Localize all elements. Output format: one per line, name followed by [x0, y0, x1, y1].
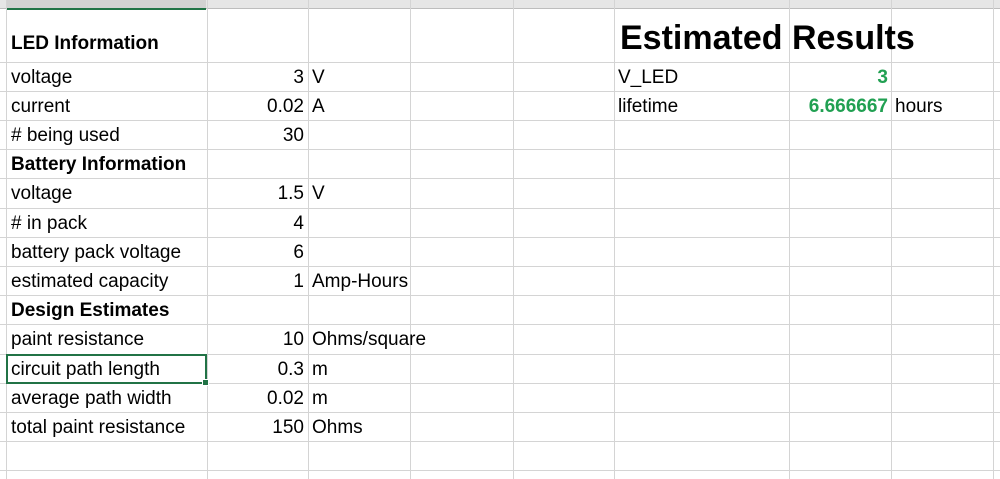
- gridline: [0, 208, 1000, 209]
- battery-pack-voltage-value[interactable]: 6: [207, 238, 305, 267]
- gridline: [410, 0, 411, 479]
- battery-voltage-unit[interactable]: V: [312, 179, 325, 208]
- gridline: [0, 470, 1000, 471]
- battery-capacity-value[interactable]: 1: [207, 267, 305, 296]
- led-voltage-label[interactable]: voltage: [11, 63, 72, 92]
- result-v-led-label[interactable]: V_LED: [618, 63, 678, 92]
- result-lifetime-unit[interactable]: hours: [895, 92, 943, 121]
- gridline: [614, 0, 615, 479]
- section-title-design[interactable]: Design Estimates: [11, 296, 169, 325]
- gridline: [993, 0, 994, 479]
- battery-capacity-label[interactable]: estimated capacity: [11, 267, 168, 296]
- gridline: [6, 0, 7, 479]
- battery-pack-voltage-label[interactable]: battery pack voltage: [11, 238, 181, 267]
- paint-resistance-value[interactable]: 10: [207, 325, 305, 354]
- section-title-battery[interactable]: Battery Information: [11, 150, 186, 179]
- column-header-bar[interactable]: [0, 0, 1000, 10]
- gridline: [308, 0, 309, 479]
- average-path-width-unit[interactable]: m: [312, 384, 328, 413]
- fill-handle[interactable]: [202, 379, 209, 386]
- paint-resistance-label[interactable]: paint resistance: [11, 325, 144, 354]
- circuit-path-length-unit[interactable]: m: [312, 355, 328, 384]
- gridline: [513, 0, 514, 479]
- total-paint-resistance-value[interactable]: 150: [207, 413, 305, 442]
- selected-column-header[interactable]: [7, 0, 206, 10]
- result-v-led-value[interactable]: 3: [790, 63, 888, 92]
- led-current-label[interactable]: current: [11, 92, 70, 121]
- led-count-value[interactable]: 30: [207, 121, 305, 150]
- result-lifetime-label[interactable]: lifetime: [618, 92, 678, 121]
- paint-resistance-unit[interactable]: Ohms/square: [312, 325, 426, 354]
- result-lifetime-value[interactable]: 6.666667: [790, 92, 888, 121]
- led-voltage-unit[interactable]: V: [312, 63, 325, 92]
- section-title-led[interactable]: LED Information: [11, 29, 159, 58]
- led-current-value[interactable]: 0.02: [207, 92, 305, 121]
- gridline: [891, 0, 892, 479]
- circuit-path-length-value[interactable]: 0.3: [207, 355, 305, 384]
- led-count-label[interactable]: # being used: [11, 121, 120, 150]
- active-cell-selection[interactable]: [6, 354, 209, 386]
- battery-voltage-label[interactable]: voltage: [11, 179, 72, 208]
- battery-voltage-value[interactable]: 1.5: [207, 179, 305, 208]
- battery-capacity-unit[interactable]: Amp-Hours: [312, 267, 408, 296]
- average-path-width-value[interactable]: 0.02: [207, 384, 305, 413]
- battery-in-pack-label[interactable]: # in pack: [11, 209, 87, 238]
- led-current-unit[interactable]: A: [312, 92, 325, 121]
- average-path-width-label[interactable]: average path width: [11, 384, 172, 413]
- battery-in-pack-value[interactable]: 4: [207, 209, 305, 238]
- spreadsheet-grid[interactable]: LED Information voltage 3 V current 0.02…: [0, 0, 1000, 479]
- total-paint-resistance-label[interactable]: total paint resistance: [11, 413, 185, 442]
- led-voltage-value[interactable]: 3: [207, 63, 305, 92]
- results-title[interactable]: Estimated Results: [620, 18, 915, 58]
- total-paint-resistance-unit[interactable]: Ohms: [312, 413, 363, 442]
